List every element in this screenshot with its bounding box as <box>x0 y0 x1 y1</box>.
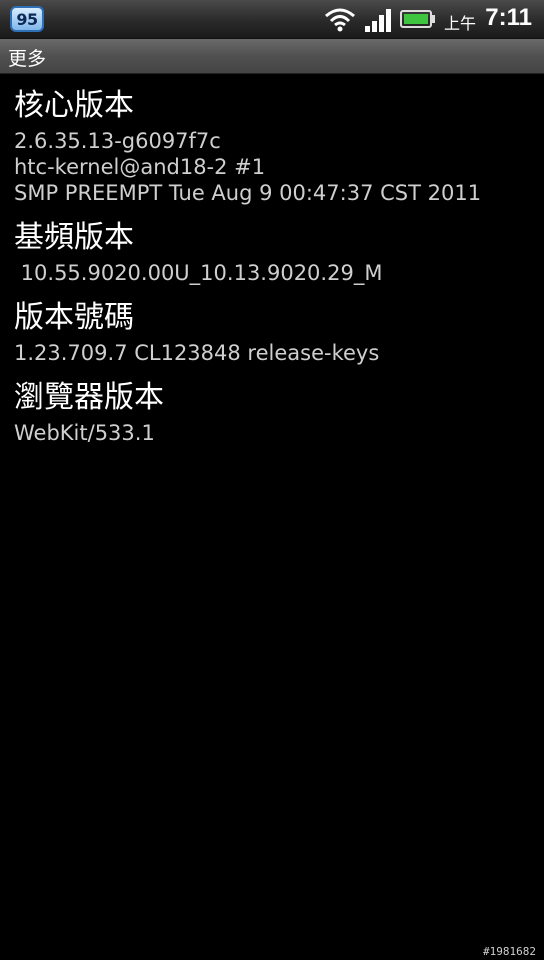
item-value-line: htc-kernel@and18-2 #1 <box>14 155 266 179</box>
notification-badge[interactable]: 95 <box>10 6 44 32</box>
title-bar: 更多 <box>0 39 544 74</box>
list-item-build-number[interactable]: 版本號碼 1.23.709.7 CL123848 release-keys <box>0 296 544 366</box>
status-bar: 95 上午 7:11 <box>0 0 544 39</box>
clock-time: 7:11 <box>485 4 532 31</box>
list-item-kernel-version[interactable]: 核心版本 2.6.35.13-g6097f7c htc-kernel@and18… <box>0 84 544 206</box>
item-value-line: 10.55.9020.00U_10.13.9020.29_M <box>14 261 383 285</box>
list-item-baseband-version[interactable]: 基頻版本 10.55.9020.00U_10.13.9020.29_M <box>0 216 544 286</box>
item-title: 基頻版本 <box>14 220 134 255</box>
wifi-icon <box>325 8 355 32</box>
screen: 95 上午 7:11 更多 核心版本 2.6.35.13-g6097f7c ht… <box>0 0 544 960</box>
item-title: 版本號碼 <box>14 300 134 335</box>
item-value-line: 2.6.35.13-g6097f7c <box>14 129 221 153</box>
item-value-line: WebKit/533.1 <box>14 421 155 445</box>
signal-icon <box>365 9 391 32</box>
item-title: 核心版本 <box>14 88 134 123</box>
page-title: 更多 <box>8 48 47 70</box>
notification-count: 95 <box>16 9 38 29</box>
item-value-line: 1.23.709.7 CL123848 release-keys <box>14 341 380 365</box>
clock-ampm: 上午 <box>444 14 477 33</box>
watermark: #1981682 <box>483 945 536 958</box>
item-title: 瀏覽器版本 <box>14 380 164 415</box>
about-list: 核心版本 2.6.35.13-g6097f7c htc-kernel@and18… <box>0 84 544 456</box>
item-value-line: SMP PREEMPT Tue Aug 9 00:47:37 CST 2011 <box>14 181 482 205</box>
list-item-browser-version[interactable]: 瀏覽器版本 WebKit/533.1 <box>0 376 544 446</box>
battery-icon <box>400 10 435 28</box>
